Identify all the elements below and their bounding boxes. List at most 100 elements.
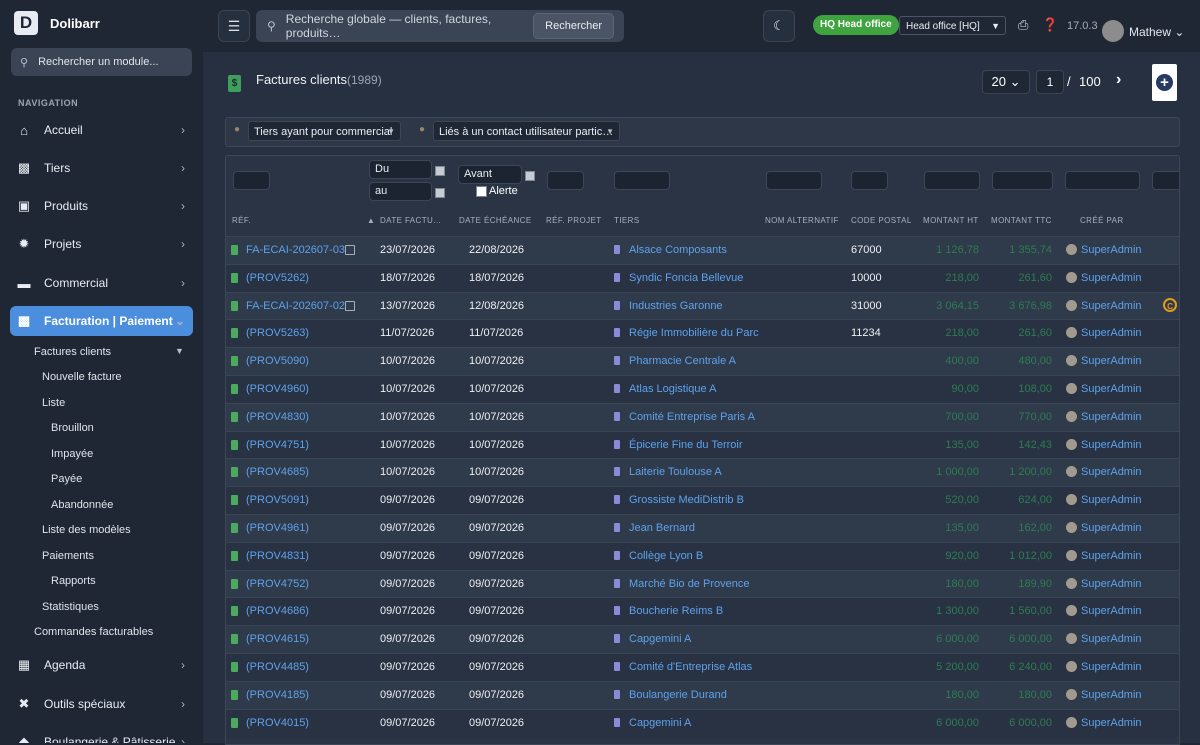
created-by-link[interactable]: SuperAdmin [1081, 605, 1142, 617]
note-icon[interactable] [345, 300, 355, 311]
table-row[interactable]: (PROV4960) 10/07/2026 10/07/2026 Atlas Logi… [226, 375, 1179, 403]
table-row[interactable]: (PROV4685) 10/07/2026 10/07/2026 Laiterie T… [226, 458, 1179, 487]
calendar-icon[interactable] [435, 188, 445, 198]
tiers-link[interactable]: Régie Immobilière du Parc [629, 327, 759, 339]
tiers-link[interactable]: Alsace Composants [629, 244, 727, 256]
amount-ht-filter-input[interactable] [924, 171, 980, 190]
tiers-link[interactable]: Grossiste MediDistrib B [629, 494, 744, 506]
table-row[interactable]: (PROV5262) 18/07/2026 18/07/2026 Syndic Fon… [226, 263, 1179, 292]
status-filter-input[interactable] [1152, 171, 1179, 190]
table-row[interactable]: FA-ECAI-202607-03 23/07/2026 22/08/2026 Als… [226, 236, 1179, 264]
table-row[interactable]: (PROV4185) 09/07/2026 09/07/2026 Boulangeri… [226, 680, 1179, 709]
submenu-item-3[interactable]: Brouillon [51, 422, 94, 434]
tiers-link[interactable]: Collège Lyon B [629, 550, 703, 562]
commercial-filter-select[interactable]: Tiers ayant pour commercial ▼ [248, 121, 401, 141]
tiers-link[interactable]: Comité d'Entreprise Atlas [629, 661, 752, 673]
table-row[interactable]: (PROV4686) 09/07/2026 09/07/2026 Boucherie … [226, 597, 1179, 626]
created-by-link[interactable]: SuperAdmin [1081, 689, 1142, 701]
invoice-ref-link[interactable]: (PROV4961) [246, 522, 309, 534]
search-button[interactable]: Rechercher [533, 13, 614, 39]
sidebar-item-1[interactable]: ▩ Tiers › [10, 153, 193, 183]
created-by-link[interactable]: SuperAdmin [1081, 300, 1142, 312]
sidebar-item-3[interactable]: ✹ Projets › [10, 229, 193, 259]
next-page-icon[interactable]: › [1116, 71, 1121, 89]
column-header-due-date[interactable]: Date échéance [459, 216, 532, 225]
table-row[interactable]: FA-ECAI-202607-02 13/07/2026 12/08/2026 Ind… [226, 291, 1179, 320]
tiers-link[interactable]: Marché Bio de Provence [629, 578, 749, 590]
submenu-item-1[interactable]: Nouvelle facture [42, 371, 122, 383]
column-header-date[interactable]: Date factu… [380, 216, 442, 225]
date-to-input[interactable]: au [369, 182, 432, 201]
column-header-postcode[interactable]: Code postal [851, 216, 912, 225]
tiers-link[interactable]: Comité Entreprise Paris A [629, 411, 755, 423]
invoice-ref-link[interactable]: (PROV4485) [246, 661, 309, 673]
invoice-ref-link[interactable]: (PROV5090) [246, 355, 309, 367]
invoice-ref-link[interactable]: (PROV4615) [246, 633, 309, 645]
sidebar-item-2[interactable]: ▣ Produits › [10, 191, 193, 221]
invoice-ref-link[interactable]: (PROV4960) [246, 383, 309, 395]
calendar-icon[interactable] [435, 166, 445, 176]
amount-ttc-filter-input[interactable] [992, 171, 1053, 190]
table-row[interactable]: (PROV5091) 09/07/2026 09/07/2026 Grossiste … [226, 486, 1179, 515]
created-by-link[interactable]: SuperAdmin [1081, 661, 1142, 673]
alt-name-filter-input[interactable] [766, 171, 822, 190]
invoice-ref-link[interactable]: (PROV5262) [246, 272, 309, 284]
created-by-link[interactable]: SuperAdmin [1081, 244, 1142, 256]
submenu-item-9[interactable]: Rapports [51, 575, 96, 587]
created-by-link[interactable]: SuperAdmin [1081, 411, 1142, 423]
sidebar-item-4[interactable]: ▬ Commercial › [10, 268, 193, 298]
postcode-filter-input[interactable] [851, 171, 888, 190]
table-row[interactable]: (PROV4961) 09/07/2026 09/07/2026 Jean Berna… [226, 514, 1179, 542]
created-by-link[interactable]: SuperAdmin [1081, 327, 1142, 339]
invoice-ref-link[interactable]: (PROV4751) [246, 439, 309, 451]
tiers-link[interactable]: Atlas Logistique A [629, 383, 716, 395]
alert-checkbox[interactable] [476, 186, 487, 197]
menu-toggle-button[interactable]: ☰ [218, 10, 250, 42]
submenu-item-10[interactable]: Statistiques [42, 601, 99, 613]
tiers-link[interactable]: Capgemini A [629, 633, 691, 645]
tiers-link[interactable]: Pharmacie Centrale A [629, 355, 736, 367]
new-invoice-button[interactable]: + [1152, 64, 1177, 101]
page-number-input[interactable]: 1 [1036, 70, 1064, 94]
created-by-link[interactable]: SuperAdmin [1081, 466, 1142, 478]
invoice-ref-link[interactable]: (PROV4015) [246, 717, 309, 729]
submenu-item-0[interactable]: Factures clients ▼ [34, 346, 184, 358]
tiers-filter-input[interactable] [614, 171, 670, 190]
page-size-select[interactable]: 20 ⌄ [982, 70, 1030, 94]
column-header-created-by[interactable]: Créé par [1080, 216, 1124, 225]
created-by-link[interactable]: SuperAdmin [1081, 717, 1142, 729]
submenu-item-6[interactable]: Abandonnée [51, 499, 113, 511]
invoice-ref-link[interactable]: (PROV4830) [246, 411, 309, 423]
sidebar-item-8[interactable]: ◆ Boulangerie & Pâtisserie › [10, 727, 193, 743]
created-by-link[interactable]: SuperAdmin [1081, 355, 1142, 367]
invoice-ref-link[interactable]: FA-ECAI-202607-02 [246, 300, 345, 312]
print-icon[interactable]: ⎙ [1018, 17, 1028, 33]
invoice-ref-link[interactable]: (PROV4185) [246, 689, 309, 701]
sidebar-item-0[interactable]: ⌂ Accueil › [10, 115, 193, 145]
sidebar-item-6[interactable]: ▦ Agenda › [10, 650, 193, 680]
table-row[interactable]: (PROV5090) 10/07/2026 10/07/2026 Pharmacie … [226, 347, 1179, 376]
invoice-ref-link[interactable]: (PROV4686) [246, 605, 309, 617]
tiers-link[interactable]: Syndic Foncia Bellevue [629, 272, 743, 284]
sidebar-item-5[interactable]: ▩ Facturation | Paiement ⌄ [10, 306, 193, 336]
invoice-ref-link[interactable]: (PROV4831) [246, 550, 309, 562]
dark-mode-toggle[interactable]: ☾ [763, 10, 795, 42]
project-filter-input[interactable] [547, 171, 584, 190]
submenu-item-11[interactable]: Commandes facturables [34, 626, 153, 638]
tiers-link[interactable]: Épicerie Fine du Terroir [629, 439, 743, 451]
ref-filter-input[interactable] [233, 171, 270, 190]
avatar[interactable] [1102, 20, 1124, 42]
invoice-ref-link[interactable]: (PROV5263) [246, 327, 309, 339]
global-search-bar[interactable]: ⚲ Recherche globale — clients, factures,… [256, 10, 624, 42]
created-by-link[interactable]: SuperAdmin [1081, 272, 1142, 284]
tiers-link[interactable]: Jean Bernard [629, 522, 695, 534]
tiers-link[interactable]: Capgemini A [629, 717, 691, 729]
column-header-project[interactable]: Réf. projet [546, 216, 602, 225]
calendar-icon[interactable] [525, 171, 535, 181]
invoice-ref-link[interactable]: (PROV4752) [246, 578, 309, 590]
brand[interactable]: D Dolibarr [14, 11, 100, 35]
column-header-ref[interactable]: Réf. [232, 216, 251, 225]
created-by-link[interactable]: SuperAdmin [1081, 522, 1142, 534]
tiers-link[interactable]: Boulangerie Durand [629, 689, 727, 701]
created-by-link[interactable]: SuperAdmin [1081, 633, 1142, 645]
